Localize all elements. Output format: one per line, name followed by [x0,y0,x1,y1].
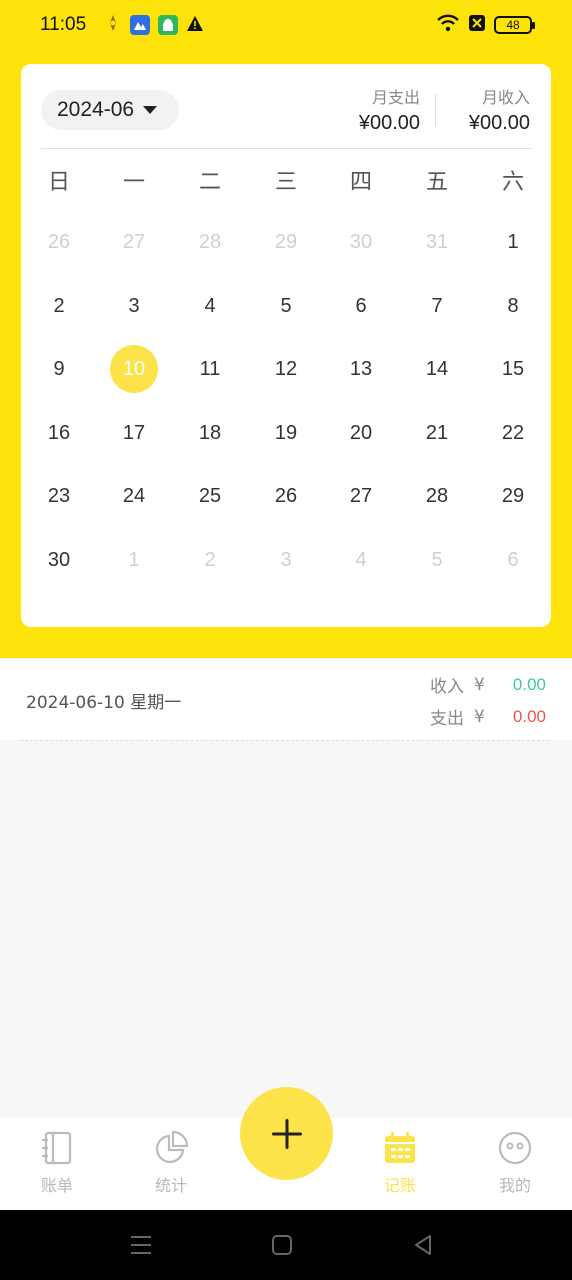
plus-icon [271,1118,302,1149]
menu-icon[interactable] [128,1232,154,1258]
calendar-day[interactable]: 3 [262,536,310,584]
calendar-day[interactable]: 26 [262,472,310,520]
day-summary[interactable]: 2024-06-10 星期一 收入 ¥ 0.00 支出 ¥ 0.00 [0,660,572,740]
calendar-day[interactable]: 16 [35,409,83,457]
nav-label-profile: 我的 [498,1176,531,1195]
home-icon[interactable] [269,1232,295,1258]
battery-indicator: 48 [494,16,535,34]
calendar-day[interactable]: 30 [35,536,83,584]
calendar-day[interactable]: 25 [186,472,234,520]
calendar-day[interactable]: 7 [413,282,461,330]
calendar-card: 2024-06 月支出 ¥00.00 月收入 ¥00.00 日 一 二 三 四 … [21,64,551,627]
day-expense-value: 0.00 [512,706,546,726]
dashed-divider [20,740,550,741]
warning-icon [186,15,204,36]
calendar-day[interactable]: 9 [35,345,83,393]
calendar-day[interactable]: 5 [262,282,310,330]
calendar-day[interactable]: 11 [186,345,234,393]
calendar-day[interactable]: 2 [186,536,234,584]
day-income-row: 收入 ¥ 0.00 [430,672,546,698]
selected-date: 2024-06-10 星期一 [26,693,182,713]
notification-icons [104,14,204,36]
calendar-day[interactable]: 28 [413,472,461,520]
system-status-icons: 48 [436,14,535,36]
calendar-day[interactable]: 27 [110,218,158,266]
system-navigation-bar [0,1210,572,1280]
calendar-day[interactable]: 6 [337,282,385,330]
calendar-day[interactable]: 31 [413,218,461,266]
nav-item-bills[interactable]: 账单 [17,1130,97,1196]
calendar-day[interactable]: 30 [337,218,385,266]
calendar-day[interactable]: 29 [262,218,310,266]
calendar-day[interactable]: 28 [186,218,234,266]
calendar-day[interactable]: 26 [35,218,83,266]
calendar-day[interactable]: 5 [413,536,461,584]
calendar-day[interactable]: 19 [262,409,310,457]
calendar-day[interactable]: 17 [110,409,158,457]
pie-chart-icon [156,1130,189,1163]
day-income-label: 收入 [430,677,464,697]
calendar-day[interactable]: 13 [337,345,385,393]
calendar-day[interactable]: 2 [35,282,83,330]
android-notification-icon [158,15,178,35]
calendar-day[interactable]: 3 [110,282,158,330]
calendar-day[interactable]: 1 [110,536,158,584]
status-time: 11:05 [40,14,87,35]
smiley-icon [498,1131,532,1165]
calendar-day[interactable]: 15 [489,345,537,393]
app-notification-icon [130,15,150,35]
day-expense-row: 支出 ¥ 0.00 [430,704,546,730]
nav-item-stats[interactable]: 统计 [131,1130,211,1196]
calendar-grid: 26 27 28 29 30 31 1 2 3 4 5 6 7 8 9 10 11 12 13 14 15 16 17 18 1… [21,64,551,627]
nav-label-bills: 账单 [40,1176,73,1195]
day-expense-label: 支出 [430,709,464,729]
notebook-icon [42,1131,72,1165]
wifi-icon [436,14,460,36]
status-bar: 11:05 48 [0,0,572,52]
calendar-day[interactable]: 27 [337,472,385,520]
calendar-day[interactable]: 22 [489,409,537,457]
calendar-day[interactable]: 4 [337,536,385,584]
calendar-day[interactable]: 14 [413,345,461,393]
calendar-day[interactable]: 20 [337,409,385,457]
nav-label-record: 记账 [383,1176,416,1195]
calendar-day[interactable]: 1 [489,218,537,266]
day-expense-currency: ¥ [474,706,485,727]
calendar-day[interactable]: 8 [489,282,537,330]
nav-item-profile[interactable]: 我的 [475,1130,555,1196]
location-icon [104,14,122,36]
calendar-day[interactable]: 23 [35,472,83,520]
calendar-day[interactable]: 18 [186,409,234,457]
back-icon[interactable] [410,1232,436,1258]
day-income-currency: ¥ [474,674,485,695]
calendar-icon [385,1132,415,1163]
nav-item-record[interactable]: 记账 [360,1130,440,1196]
calendar-day[interactable]: 12 [262,345,310,393]
nav-label-stats: 统计 [154,1176,187,1195]
calendar-day[interactable]: 10 [110,345,158,393]
calendar-day[interactable]: 4 [186,282,234,330]
calendar-day[interactable]: 24 [110,472,158,520]
calendar-day[interactable]: 6 [489,536,537,584]
calendar-day[interactable]: 21 [413,409,461,457]
sim-off-icon [468,14,486,36]
day-income-value: 0.00 [512,674,546,694]
add-record-button[interactable] [240,1087,333,1180]
calendar-day[interactable]: 29 [489,472,537,520]
